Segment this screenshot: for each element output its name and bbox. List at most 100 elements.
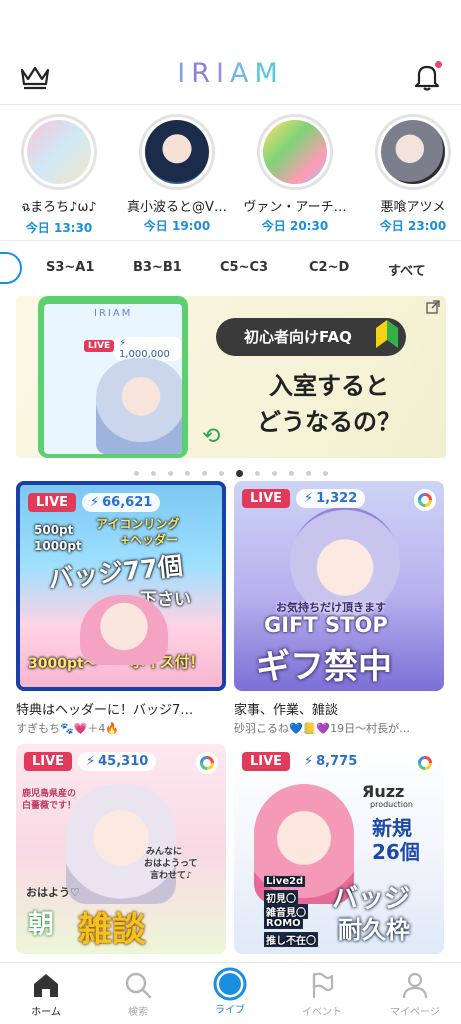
tab-label: イベント [302, 1007, 342, 1018]
tab-mypage[interactable]: マイページ [369, 971, 461, 1018]
schedule-divider [0, 240, 461, 241]
schedule-name: 真小波ると@V… [127, 200, 227, 215]
app-logo: IRIAM [177, 58, 284, 89]
thumb-text: 言わせて♪ [150, 871, 192, 881]
live-badge: LIVE [28, 493, 77, 512]
live-card[interactable]: 鹿児島県産の 白薔薇です！ みんなに おはようって 言わせて♪ おはよう♡ 朝 … [16, 744, 226, 954]
schedule-time: 今日 13:30 [25, 221, 93, 235]
live-card[interactable]: 500pt 1000pt アイコンリング +ヘッダー バッジ77個 下さい 30… [16, 481, 226, 736]
schedule-item[interactable]: ฉまろち♪ω♪ 今日 13:30 [0, 114, 118, 236]
schedule-item[interactable]: ヴァン・アーチ… 今日 20:30 [236, 114, 354, 234]
carousel-dot[interactable] [288, 471, 294, 476]
carousel-dot[interactable] [150, 471, 156, 476]
beginner-mark-icon [376, 320, 398, 348]
rank-selected-chip[interactable] [0, 252, 22, 284]
flag-icon [312, 972, 334, 999]
app-header: IRIAM [0, 0, 461, 104]
live-card[interactable]: お気持ちだけ頂きます GIFT STOP ギフ禁中 LIVE ⚡ 1,322 家事… [234, 481, 444, 736]
tab-label: 検索 [128, 1007, 148, 1018]
icon-ring-icon [196, 752, 218, 774]
tab-label: ホーム [31, 1007, 61, 1018]
bottom-tab-bar: ホーム 検索 ライブ イベント マイページ [0, 962, 461, 1024]
schedule-time: 今日 20:30 [261, 219, 329, 233]
thumb-text: +ヘッダー [120, 533, 179, 547]
thumb-text: 1000pt [34, 539, 82, 553]
arrow-icon: ⟲ [202, 424, 221, 449]
tab-search[interactable]: 検索 [92, 971, 184, 1018]
carousel-indicator [0, 463, 461, 477]
carousel-dot-active[interactable] [235, 470, 243, 477]
card-thumbnail: お気持ちだけ頂きます GIFT STOP ギフ禁中 LIVE ⚡ 1,322 [234, 481, 444, 691]
thumb-text: 26個 [372, 840, 420, 864]
schedule-name: ฉまろち♪ω♪ [21, 200, 97, 215]
bolt-icon: ⚡ [304, 491, 314, 506]
viewer-count: ⚡ 8,775 [296, 752, 366, 771]
rank-tab[interactable]: C5~C3 [220, 260, 268, 275]
schedule-name: ヴァン・アーチ… [243, 200, 347, 215]
viewer-count: ⚡ 66,621 [82, 493, 161, 512]
tab-event[interactable]: イベント [276, 971, 368, 1018]
live-badge: LIVE [242, 489, 291, 508]
thumb-text: GIFT STOP [264, 613, 388, 637]
banner-title: 入室すると どうなるの？ [257, 372, 401, 436]
carousel-dot[interactable] [201, 471, 207, 476]
thumb-text: 500pt [34, 523, 74, 537]
carousel-dot[interactable] [305, 471, 311, 476]
icon-ring-icon [414, 752, 436, 774]
carousel-dot[interactable] [322, 471, 328, 476]
header-divider [0, 104, 461, 105]
thumb-text: ギフ禁中 [256, 647, 392, 687]
avatar [139, 114, 215, 190]
thumb-text: Яuzz [362, 782, 405, 801]
rank-filter: S3~A1 B3~B1 C5~C3 C2~D すべて [0, 252, 461, 286]
carousel-dot[interactable] [218, 471, 224, 476]
thumb-text: Live2d [264, 876, 306, 887]
carousel-dot[interactable] [271, 471, 277, 476]
rank-tab[interactable]: C2~D [309, 260, 349, 275]
carousel-dot[interactable] [184, 471, 190, 476]
card-streamer: 砂羽こるね💙📒💜19日〜村長が… [234, 722, 411, 735]
phone-screen: IRIAM LIVE ⚡ 1,000,000 [44, 304, 182, 454]
tab-label: マイページ [390, 1007, 440, 1018]
tab-live[interactable]: ライブ [184, 967, 276, 1016]
avatar [257, 114, 333, 190]
live-badge: LIVE [24, 752, 73, 771]
home-icon [34, 974, 58, 997]
bolt-icon: ⚡ [304, 754, 314, 769]
carousel-dot[interactable] [167, 471, 173, 476]
faq-banner[interactable]: IRIAM LIVE ⚡ 1,000,000 ⟲ 初心者向けFAQ 入室すると … [16, 296, 446, 458]
thumb-text: アイコンリング [96, 517, 180, 531]
schedule-item[interactable]: 悪喰アツメ 今日 23:00 [354, 114, 461, 234]
live-card[interactable]: Яuzz production 新規 26個 Live2d 初見〇 雑音見〇 R… [234, 744, 444, 954]
schedule-time: 今日 23:00 [379, 219, 447, 233]
character-illustration [96, 358, 182, 454]
search-icon [125, 972, 152, 999]
bolt-icon: ⚡ [90, 495, 100, 510]
card-title: 特典はヘッダーに！バッジ7… [16, 703, 194, 718]
card-thumbnail: Яuzz production 新規 26個 Live2d 初見〇 雑音見〇 R… [234, 744, 444, 954]
rank-tab[interactable]: S3~A1 [46, 260, 94, 275]
thumb-text: おはよう♡ [26, 886, 80, 899]
tab-home[interactable]: ホーム [0, 971, 92, 1018]
thumb-text: 雑音見〇 [264, 904, 308, 919]
avatar [375, 114, 451, 190]
carousel-dot[interactable] [133, 471, 139, 476]
external-link-icon[interactable] [426, 300, 440, 314]
rank-tab[interactable]: すべて [388, 260, 426, 279]
bolt-icon: ⚡ [86, 754, 96, 769]
thumb-text: ROMO [264, 918, 303, 929]
live-icon [213, 967, 247, 1001]
schedule-time: 今日 19:00 [143, 219, 211, 233]
live-badge: LIVE [242, 752, 291, 771]
schedule-item[interactable]: 真小波ると@V… 今日 19:00 [118, 114, 236, 234]
phone-live-badge: LIVE [84, 340, 115, 352]
thumb-text: production [370, 800, 413, 809]
card-streamer: すぎもち🐾💗＋4🔥 [16, 722, 120, 735]
thumb-text: 初見〇 [264, 890, 298, 905]
rank-tab[interactable]: B3~B1 [133, 260, 182, 275]
thumb-text: 朝 [28, 910, 55, 940]
carousel-dot[interactable] [254, 471, 260, 476]
icon-ring-icon [414, 489, 436, 511]
card-thumbnail: 500pt 1000pt アイコンリング +ヘッダー バッジ77個 下さい 30… [16, 481, 226, 691]
thumb-text: 白薔薇です！ [22, 801, 77, 811]
